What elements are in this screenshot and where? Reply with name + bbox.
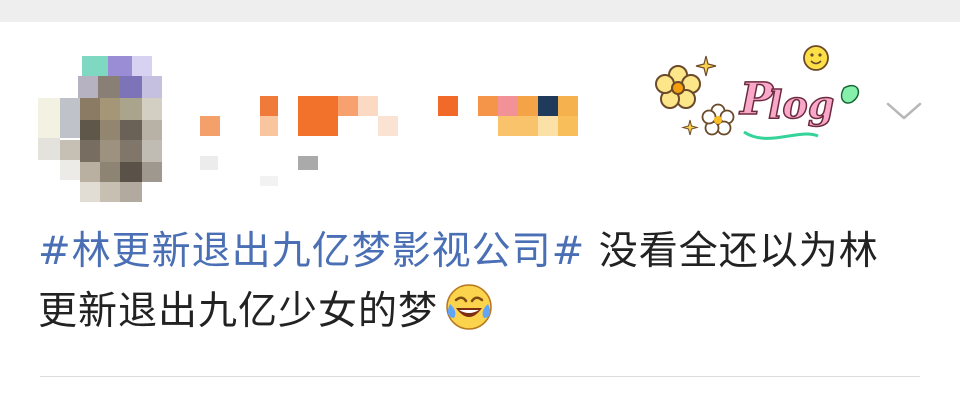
chevron-down-icon[interactable] — [884, 96, 924, 126]
post-card: P log #林更新退出九亿梦影视公司# 没看全还以为林更新退出九亿少女的梦 — [0, 22, 960, 406]
plog-sticker-icon: P log — [648, 28, 870, 148]
divider — [40, 376, 920, 377]
laughing-crying-emoji-icon — [444, 282, 494, 332]
username-redacted[interactable] — [198, 96, 588, 206]
hashtag-link[interactable]: #林更新退出九亿梦影视公司# — [38, 229, 585, 274]
avatar[interactable] — [38, 56, 162, 202]
svg-text:log: log — [768, 82, 834, 127]
post-text: #林更新退出九亿梦影视公司# 没看全还以为林更新退出九亿少女的梦 — [38, 222, 918, 342]
